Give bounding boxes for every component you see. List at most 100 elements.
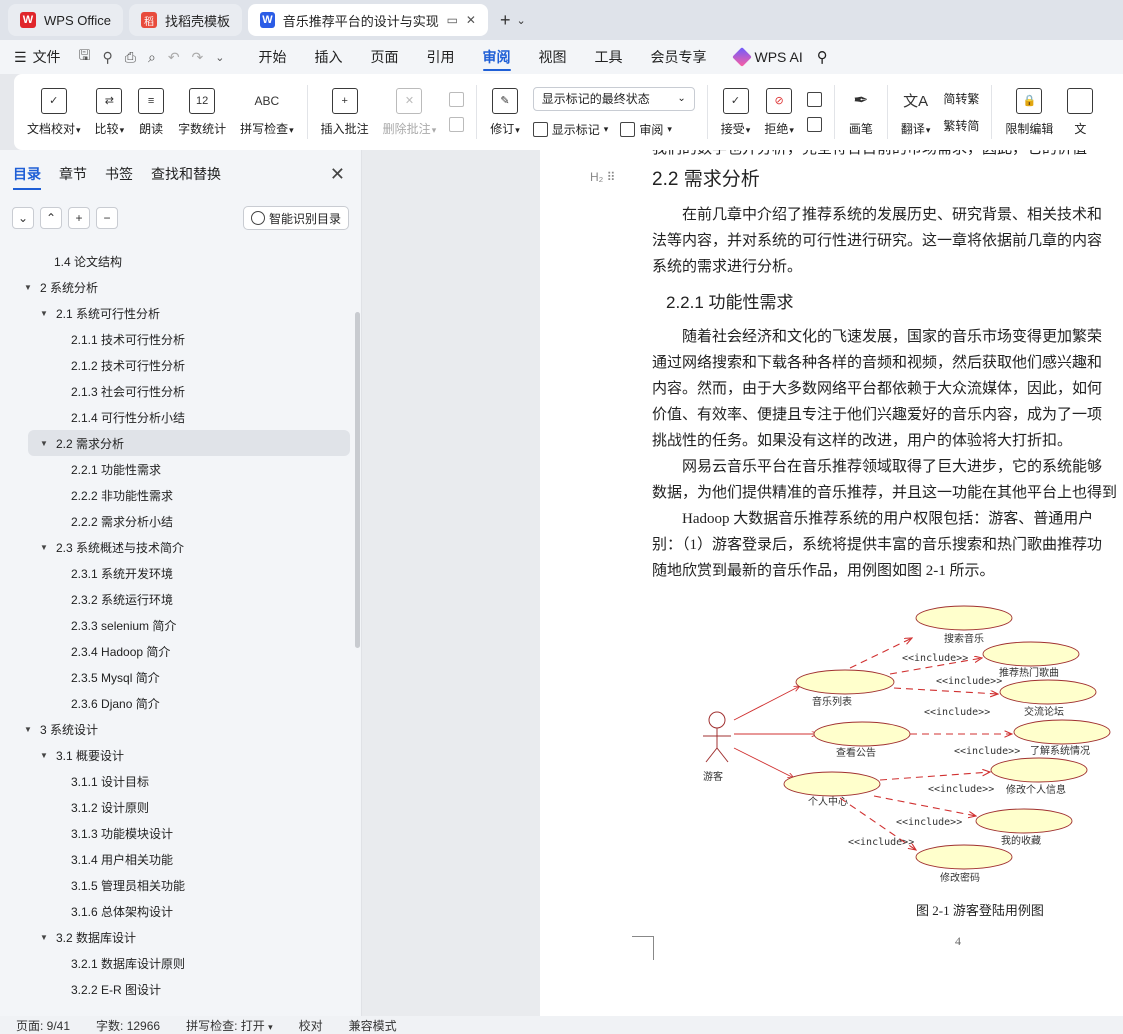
toc-item[interactable]: 3.1.4 用户相关功能 [0,846,352,872]
status-proof[interactable]: 校对 [299,1017,323,1034]
heading-level-marker[interactable]: H₂ ⠿ [590,170,615,184]
delete-comment-button[interactable]: ✕ 删除批注▾ [376,79,444,145]
print-icon[interactable]: ⎙ [125,49,136,66]
translate-button[interactable]: 文A 翻译▾ [894,79,938,145]
toc-item[interactable]: 3.1.5 管理员相关功能 [0,872,352,898]
tab-wps-office[interactable]: W WPS Office [8,4,123,36]
accept-button[interactable]: ✓ 接受▾ [714,79,758,145]
next-change-button[interactable] [806,117,822,132]
doc-permission-button[interactable]: 文 [1060,79,1094,145]
toc-item[interactable]: 2.2.2 非功能性需求 [0,482,352,508]
word-count-button[interactable]: 12 字数统计 [171,79,233,145]
toc-item[interactable]: 2.3.2 系统运行环境 [0,586,352,612]
compare-button[interactable]: ⇄ 比较▾ [88,79,132,145]
pen-button[interactable]: ✒ 画笔 [841,79,881,145]
toc-item[interactable]: 3.1.6 总体架构设计 [0,898,352,924]
nav-tab-sections[interactable]: 章节 [59,164,87,184]
toc-item[interactable]: ▼ 3.2 数据库设计 [0,924,352,950]
prev-change-button[interactable] [806,92,822,107]
toc-item[interactable]: 1.4 论文结构 [0,248,352,274]
link-icon[interactable]: ⚲ [103,49,113,66]
remove-heading-icon[interactable]: − [96,207,118,229]
doc-check-button[interactable]: ✓ 文档校对▾ [20,79,88,145]
toc-item[interactable]: 2.2.2 需求分析小结 [0,508,352,534]
undo-icon[interactable]: ↶ [168,49,180,66]
toc-item[interactable]: ▼ 3 系统设计 [0,716,352,742]
new-tab-button[interactable]: + ⌄ [494,4,532,36]
restrict-edit-button[interactable]: 🔒 限制编辑 [998,79,1060,145]
status-word-count[interactable]: 字数: 12966 [96,1017,160,1034]
expand-icon[interactable]: ⌄ [12,207,34,229]
toc-item[interactable]: 2.3.4 Hadoop 简介 [0,638,352,664]
toc-item[interactable]: 2.1.3 社会可行性分析 [0,378,352,404]
next-comment-button[interactable] [449,117,465,132]
nav-tab-toc[interactable]: 目录 [13,164,41,190]
monitor-icon[interactable]: ▭ [447,13,458,27]
toc-scrollbar[interactable] [355,312,360,648]
tab-current-document[interactable]: W 音乐推荐平台的设计与实现 毕 ▭ ✕ [247,4,488,36]
wps-ai-button[interactable]: WPS AI [731,47,803,67]
expand-arrow-icon[interactable]: ▼ [24,283,36,292]
toc-item[interactable]: 3.1.2 设计原则 [0,794,352,820]
close-icon[interactable]: ✕ [466,13,476,27]
toc-item[interactable]: 2.2.1 功能性需求 [0,456,352,482]
toc-item[interactable]: ▼ 2.1 系统可行性分析 [0,300,352,326]
menu-tools[interactable]: 工具 [595,40,623,74]
expand-arrow-icon[interactable]: ▼ [40,933,52,942]
search-icon[interactable]: ⚲ [817,48,828,66]
chevron-down-icon[interactable]: ⌄ [516,14,525,27]
reject-button[interactable]: ⊘ 拒绝▾ [757,79,801,145]
print-preview-icon[interactable]: ⌕ [148,49,156,66]
menu-review[interactable]: 审阅 [482,40,511,74]
menu-home[interactable]: 开始 [259,40,287,74]
toc-item[interactable]: ▼ 2.3 系统概述与技术简介 [0,534,352,560]
to-traditional-button[interactable]: 简转繁 [943,90,979,107]
insert-comment-button[interactable]: + 插入批注 [314,79,376,145]
to-simplified-button[interactable]: 繁转简 [943,117,979,134]
toc-item[interactable]: ▼ 3.1 概要设计 [0,742,352,768]
prev-comment-button[interactable] [449,92,465,107]
toc-item[interactable]: ▼ 2.2 需求分析 [28,430,350,456]
document-page[interactable]: 我们的数学也并分析，完全符合目前的市场需求，因此，它的价值 2.2 需求分析 在… [540,150,1123,1016]
revise-button[interactable]: ✎ 修订▾ [483,79,527,145]
toc-item[interactable]: 3.1.1 设计目标 [0,768,352,794]
toc-item[interactable]: 2.3.5 Mysql 简介 [0,664,352,690]
smart-toc-button[interactable]: 智能识别目录 [242,206,349,230]
toc-item[interactable]: 2.1.4 可行性分析小结 [0,404,352,430]
menu-references[interactable]: 引用 [427,40,455,74]
spell-check-button[interactable]: ABC 拼写检查▾ [233,79,301,145]
redo-icon[interactable]: ↷ [192,49,204,66]
expand-arrow-icon[interactable]: ▼ [40,439,52,448]
toc-item[interactable]: 2.1.2 技术可行性分析 [0,352,352,378]
collapse-icon[interactable]: ⌃ [40,207,62,229]
toc-item[interactable]: 2.3.3 selenium 简介 [0,612,352,638]
nav-tab-find-replace[interactable]: 查找和替换 [151,164,221,184]
toc-item[interactable]: 3.2.2 E-R 图设计 [0,976,352,1002]
save-icon[interactable]: 🖫 [79,45,91,69]
toc-item[interactable]: 3.1.3 功能模块设计 [0,820,352,846]
expand-arrow-icon[interactable]: ▼ [40,751,52,760]
nav-tab-bookmarks[interactable]: 书签 [105,164,133,184]
read-aloud-button[interactable]: ≡ 朗读 [131,79,171,145]
toc-item[interactable]: 2.3.6 Djano 简介 [0,690,352,716]
menu-member[interactable]: 会员专享 [651,40,707,74]
toc-item[interactable]: ▼ 2 系统分析 [0,274,352,300]
menu-insert[interactable]: 插入 [315,40,343,74]
chevron-down-icon[interactable]: ⌄ [215,51,224,64]
drag-handle-icon[interactable]: ⠿ [607,170,616,184]
show-markup-button[interactable]: 显示标记 ▾ [532,121,608,138]
expand-arrow-icon[interactable]: ▼ [24,725,36,734]
file-menu[interactable]: ☰ 文件 [14,47,61,67]
add-heading-icon[interactable]: + [68,207,90,229]
menu-page[interactable]: 页面 [371,40,399,74]
tab-docer-templates[interactable]: 稻 找稻壳模板 [128,4,242,36]
expand-arrow-icon[interactable]: ▼ [40,309,52,318]
status-page[interactable]: 页面: 9/41 [16,1017,70,1034]
menu-view[interactable]: 视图 [539,40,567,74]
plus-icon[interactable]: + [500,10,511,31]
review-pane-button[interactable]: 审阅 ▾ [620,121,672,138]
markup-state-dropdown[interactable]: 显示标记的最终状态 ⌄ [532,86,695,111]
toc-item[interactable]: 3.2.1 数据库设计原则 [0,950,352,976]
expand-arrow-icon[interactable]: ▼ [40,543,52,552]
status-spell-check[interactable]: 拼写检查: 打开 ▾ [186,1017,273,1034]
